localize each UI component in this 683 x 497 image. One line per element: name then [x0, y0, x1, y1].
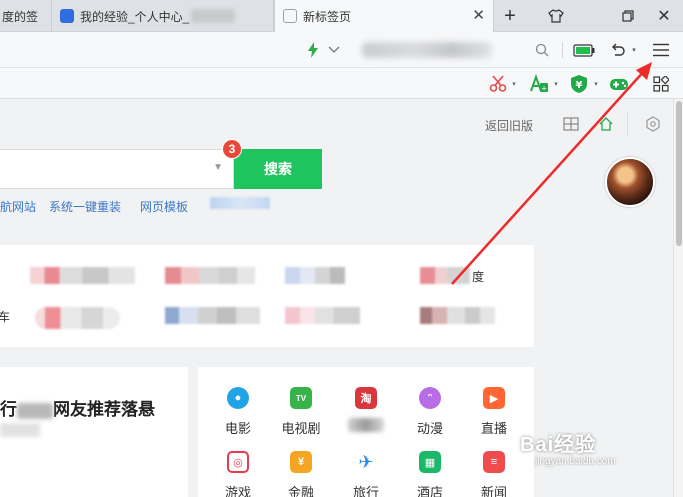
watermark-brand: Bai经验	[520, 434, 597, 456]
watermark-url: jingyan.baidu.com	[535, 456, 616, 467]
annotation-arrow	[451, 62, 652, 285]
